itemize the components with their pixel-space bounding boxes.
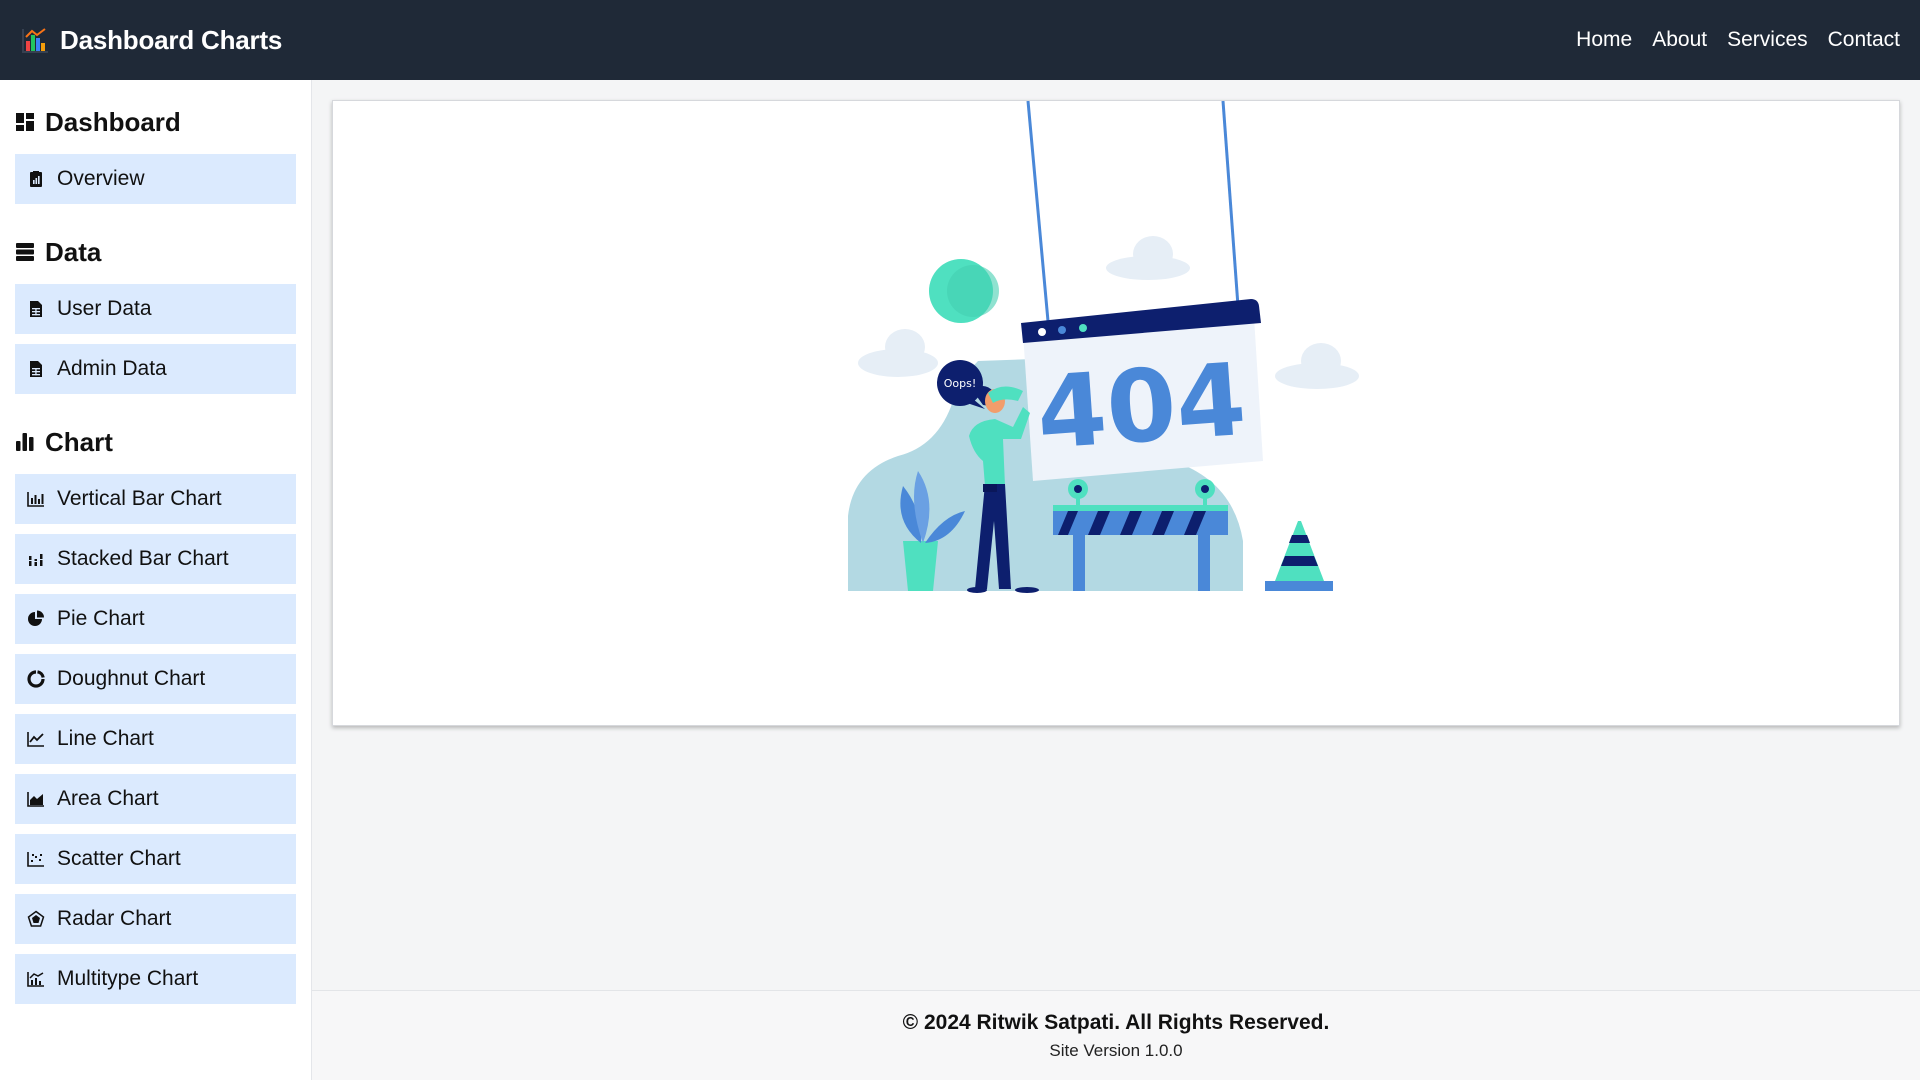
sidebar-item-vertical-bar-chart[interactable]: Vertical Bar Chart [15, 474, 296, 524]
sidebar-item-label: Stacked Bar Chart [57, 547, 229, 570]
top-navbar: Dashboard Charts Home About Services Con… [0, 0, 1920, 80]
sidebar-item-admin-data[interactable]: Admin Data [15, 344, 296, 394]
sidebar-item-label: Overview [57, 167, 145, 190]
radar-icon [27, 910, 45, 927]
bar-chart-logo-icon [22, 28, 48, 53]
brand[interactable]: Dashboard Charts [20, 25, 282, 56]
sidebar-item-line-chart[interactable]: Line Chart [15, 714, 296, 764]
bar-chart-icon [16, 433, 34, 451]
nav-contact[interactable]: Contact [1828, 28, 1900, 52]
sidebar-section-title: Data [45, 236, 102, 267]
main-content-card: 404 Oops! [332, 100, 1900, 726]
error-code: 404 [1033, 341, 1249, 472]
line-icon [27, 732, 44, 747]
report-icon [30, 171, 42, 187]
sheet-icon [30, 361, 42, 377]
sidebar-item-label: Scatter Chart [57, 847, 181, 870]
sidebar-item-label: Admin Data [57, 357, 167, 380]
vertical-bar-icon [27, 492, 44, 507]
footer-copyright: © 2024 Ritwik Satpati. All Rights Reserv… [902, 1010, 1330, 1034]
sidebar-item-pie-chart[interactable]: Pie Chart [15, 594, 296, 644]
stacked-bar-icon [29, 554, 43, 566]
sidebar-section-chart: Chart [15, 420, 296, 464]
sidebar-item-label: Multitype Chart [57, 967, 199, 990]
pie-icon [28, 610, 44, 626]
sidebar-item-label: Vertical Bar Chart [57, 487, 222, 510]
brand-title: Dashboard Charts [60, 24, 283, 55]
multitype-icon [27, 972, 44, 987]
sheet-icon [30, 301, 42, 317]
doughnut-icon [27, 670, 45, 688]
sidebar-item-scatter-chart[interactable]: Scatter Chart [15, 834, 296, 884]
sidebar-item-area-chart[interactable]: Area Chart [15, 774, 296, 824]
traffic-cone-icon [1265, 521, 1333, 591]
sidebar-section-dashboard: Dashboard [15, 100, 296, 144]
nav-home[interactable]: Home [1576, 28, 1632, 52]
sidebar-item-multitype-chart[interactable]: Multitype Chart [15, 954, 296, 1004]
not-found-illustration: 404 Oops! [848, 100, 1359, 593]
sidebar: Dashboard Overview Data User Data Admin … [0, 80, 312, 1080]
error-sign: 404 [1021, 299, 1263, 481]
sidebar-section-data: Data [15, 230, 296, 274]
sidebar-item-label: Line Chart [57, 727, 154, 750]
sidebar-item-label: Doughnut Chart [57, 667, 206, 690]
speech-text: Oops! [944, 377, 977, 390]
sidebar-item-radar-chart[interactable]: Radar Chart [15, 894, 296, 944]
sidebar-item-label: User Data [57, 297, 152, 320]
scatter-icon [27, 852, 44, 867]
top-nav: Home About Services Contact [1576, 28, 1900, 52]
nav-about[interactable]: About [1652, 28, 1707, 52]
footer: © 2024 Ritwik Satpati. All Rights Reserv… [312, 990, 1920, 1080]
sidebar-item-user-data[interactable]: User Data [15, 284, 296, 334]
sidebar-item-overview[interactable]: Overview [15, 154, 296, 204]
sidebar-section-title: Dashboard [45, 106, 181, 137]
dashboard-grid-icon [16, 113, 34, 131]
sidebar-item-label: Radar Chart [57, 907, 172, 930]
sidebar-section-title: Chart [45, 426, 113, 457]
area-icon [27, 792, 44, 807]
sidebar-item-label: Area Chart [57, 787, 159, 810]
footer-version: Site Version 1.0.0 [1049, 1040, 1183, 1060]
database-icon [16, 243, 34, 261]
sidebar-item-label: Pie Chart [57, 607, 145, 630]
sidebar-item-doughnut-chart[interactable]: Doughnut Chart [15, 654, 296, 704]
nav-services[interactable]: Services [1727, 28, 1808, 52]
sidebar-item-stacked-bar-chart[interactable]: Stacked Bar Chart [15, 534, 296, 584]
